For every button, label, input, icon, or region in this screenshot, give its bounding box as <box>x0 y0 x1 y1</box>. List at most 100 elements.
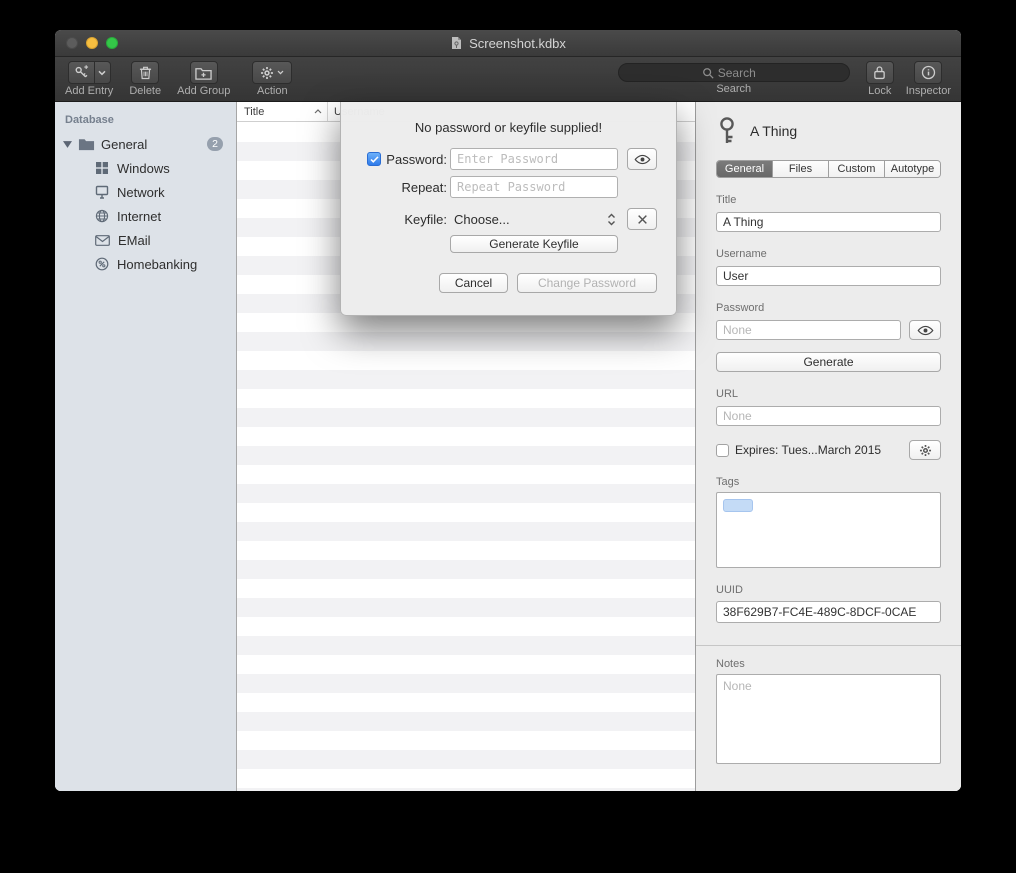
close-x-icon <box>637 214 648 225</box>
toolbar: Add Entry Delete Add Group Action <box>55 57 961 102</box>
expires-row: Expires: Tues...March 2015 <box>716 440 941 460</box>
expires-settings-button[interactable] <box>909 440 941 460</box>
column-header-title[interactable]: Title <box>237 102 328 121</box>
add-group-tool: Add Group <box>177 61 230 97</box>
password-field[interactable] <box>716 320 901 340</box>
password-label: Password: <box>386 152 447 167</box>
tags-label: Tags <box>716 476 941 488</box>
envelope-icon <box>95 235 110 246</box>
search-label: Search <box>716 83 751 95</box>
sidebar-item-homebanking[interactable]: Homebanking <box>55 252 236 276</box>
delete-label: Delete <box>129 85 161 97</box>
lock-button[interactable] <box>866 61 894 84</box>
sidebar-item-general[interactable]: General 2 <box>55 132 236 156</box>
chevron-down-icon <box>277 70 284 75</box>
delete-tool: Delete <box>129 61 161 97</box>
uuid-field[interactable] <box>716 601 941 623</box>
search-tool: Search <box>618 61 850 95</box>
sidebar-item-label: EMail <box>118 233 151 248</box>
action-button[interactable] <box>252 61 292 84</box>
inspector-label: Inspector <box>906 85 951 97</box>
add-group-label: Add Group <box>177 85 230 97</box>
minimize-button[interactable] <box>86 37 98 49</box>
trash-icon <box>139 65 152 80</box>
clear-keyfile-button[interactable] <box>627 208 657 230</box>
monitor-icon <box>95 185 109 199</box>
dialog-message: No password or keyfile supplied! <box>341 120 676 136</box>
eye-icon <box>634 154 651 165</box>
search-icon <box>702 67 714 79</box>
sidebar: Database General 2 Windows Network Inter… <box>55 102 237 791</box>
add-group-button[interactable] <box>190 61 218 84</box>
password-checkbox[interactable] <box>367 152 381 166</box>
title-field[interactable] <box>716 212 941 232</box>
tab-custom[interactable]: Custom <box>829 161 885 177</box>
inspector-button[interactable] <box>914 61 942 84</box>
titlebar: Screenshot.kdbx <box>55 30 961 57</box>
change-password-button[interactable]: Change Password <box>517 273 657 293</box>
username-label: Username <box>716 248 941 260</box>
disclosure-triangle-icon[interactable] <box>63 141 72 148</box>
window-title: Screenshot.kdbx <box>450 36 566 51</box>
tag-chip <box>723 499 753 512</box>
add-entry-menu-button[interactable] <box>95 61 111 84</box>
url-label: URL <box>716 388 941 400</box>
sort-ascending-icon <box>314 109 322 114</box>
tab-autotype[interactable]: Autotype <box>885 161 940 177</box>
enter-password-input[interactable] <box>450 148 618 170</box>
sidebar-item-email[interactable]: EMail <box>55 228 236 252</box>
sidebar-item-label: Windows <box>117 161 170 176</box>
uuid-label: UUID <box>716 584 941 596</box>
notes-label: Notes <box>716 658 941 670</box>
sidebar-header: Database <box>55 114 236 126</box>
dialog-buttons: Cancel Change Password <box>341 273 676 293</box>
reveal-dialog-password-button[interactable] <box>627 148 657 170</box>
tab-general[interactable]: General <box>717 161 773 177</box>
inspector-tool: Inspector <box>906 61 951 97</box>
percent-circle-icon <box>95 257 109 271</box>
sidebar-item-internet[interactable]: Internet <box>55 204 236 228</box>
close-button[interactable] <box>66 37 78 49</box>
generate-password-button[interactable]: Generate <box>716 352 941 372</box>
search-field[interactable] <box>618 63 850 82</box>
expires-label: Expires: Tues...March 2015 <box>735 443 903 457</box>
tags-box[interactable] <box>716 492 941 568</box>
tab-files[interactable]: Files <box>773 161 829 177</box>
add-entry-button[interactable] <box>68 61 95 84</box>
gear-icon <box>919 444 932 457</box>
folder-plus-icon <box>195 66 212 80</box>
repeat-password-input[interactable] <box>450 176 618 198</box>
reveal-password-button[interactable] <box>909 320 941 340</box>
eye-icon <box>917 325 934 336</box>
sidebar-item-network[interactable]: Network <box>55 180 236 204</box>
folder-icon <box>78 137 95 151</box>
search-input[interactable] <box>718 66 766 80</box>
password-row: Password: <box>341 148 676 170</box>
entry-count-badge: 2 <box>207 137 223 151</box>
lock-label: Lock <box>868 85 891 97</box>
key-icon <box>716 116 738 146</box>
keyfile-popup[interactable]: Choose... <box>450 208 618 230</box>
cancel-button[interactable]: Cancel <box>439 273 508 293</box>
lock-tool: Lock <box>866 61 894 97</box>
inspector-panel: A Thing General Files Custom Autotype Ti… <box>695 102 961 791</box>
generate-keyfile-button[interactable]: Generate Keyfile <box>450 235 618 253</box>
keyfile-row: Keyfile: Choose... <box>341 208 676 230</box>
username-field[interactable] <box>716 266 941 286</box>
inspector-separator <box>696 645 961 646</box>
password-label: Password <box>716 302 941 314</box>
chevron-down-icon <box>98 70 106 76</box>
title-label: Title <box>716 194 941 206</box>
window-panes-icon <box>95 161 109 175</box>
repeat-label: Repeat: <box>401 180 447 195</box>
traffic-lights <box>66 37 118 49</box>
notes-field[interactable] <box>716 674 941 764</box>
delete-button[interactable] <box>131 61 159 84</box>
url-field[interactable] <box>716 406 941 426</box>
keyfile-popup-value: Choose... <box>454 212 510 227</box>
expires-checkbox[interactable] <box>716 444 729 457</box>
lock-icon <box>873 65 886 80</box>
zoom-button[interactable] <box>106 37 118 49</box>
sidebar-item-windows[interactable]: Windows <box>55 156 236 180</box>
key-plus-icon <box>74 65 89 80</box>
